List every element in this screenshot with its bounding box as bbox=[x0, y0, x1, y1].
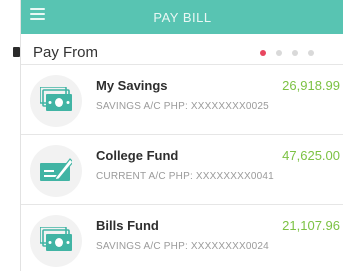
account-icon-circle bbox=[30, 145, 82, 197]
account-icon-circle bbox=[30, 215, 82, 267]
background-edge bbox=[0, 0, 22, 271]
page-dot[interactable] bbox=[260, 50, 266, 56]
account-icon-circle bbox=[30, 75, 82, 127]
account-number: CURRENT A/C PHP: XXXXXXXX0041 bbox=[96, 171, 274, 182]
pay-from-section: Pay From bbox=[21, 34, 343, 64]
cheque-icon bbox=[40, 158, 72, 181]
account-name: Bills Fund bbox=[96, 218, 159, 233]
edge-fragment bbox=[13, 47, 20, 57]
cash-icon bbox=[40, 227, 72, 251]
account-balance: 21,107.96 bbox=[282, 218, 340, 233]
account-balance: 47,625.00 bbox=[282, 148, 340, 163]
cash-icon bbox=[40, 87, 72, 111]
pay-bill-screen: PAY BILL Pay From My Savings 26,918.99 S… bbox=[20, 0, 343, 271]
page-dot[interactable] bbox=[276, 50, 282, 56]
account-balance: 26,918.99 bbox=[282, 78, 340, 93]
page-title: PAY BILL bbox=[153, 10, 212, 25]
page-dot[interactable] bbox=[292, 50, 298, 56]
page-dot[interactable] bbox=[308, 50, 314, 56]
account-number: SAVINGS A/C PHP: XXXXXXXX0024 bbox=[96, 241, 269, 252]
account-name: My Savings bbox=[96, 78, 168, 93]
account-card[interactable]: College Fund 47,625.00 CURRENT A/C PHP: … bbox=[21, 134, 343, 205]
account-name: College Fund bbox=[96, 148, 179, 163]
account-card[interactable]: Bills Fund 21,107.96 SAVINGS A/C PHP: XX… bbox=[21, 204, 343, 271]
account-number: SAVINGS A/C PHP: XXXXXXXX0025 bbox=[96, 101, 269, 112]
section-title: Pay From bbox=[33, 44, 99, 61]
app-header: PAY BILL bbox=[21, 0, 343, 34]
account-card[interactable]: My Savings 26,918.99 SAVINGS A/C PHP: XX… bbox=[21, 64, 343, 135]
